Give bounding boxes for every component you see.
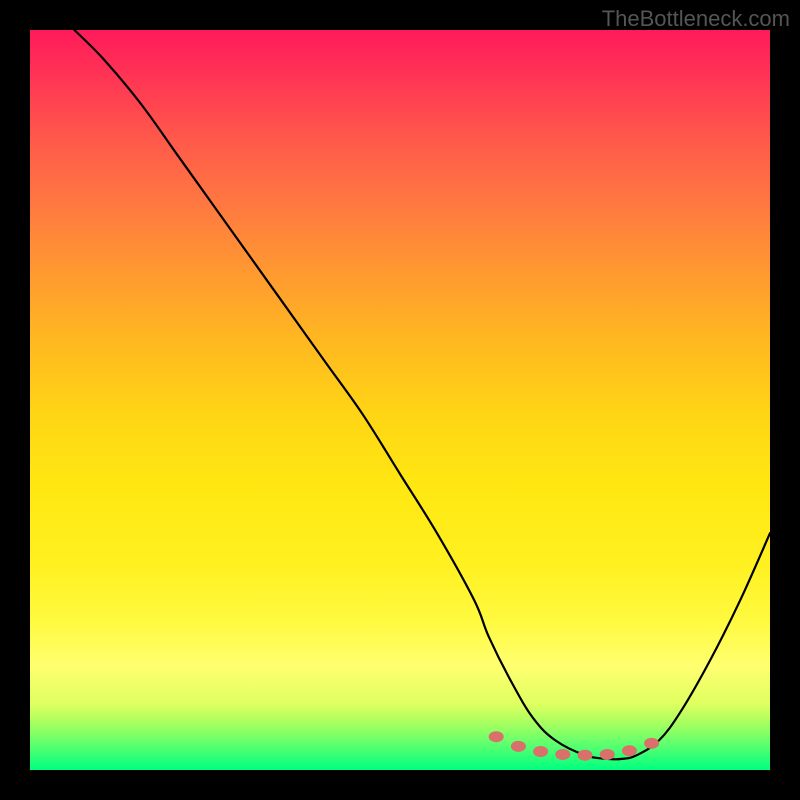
- bottleneck-curve: [74, 30, 770, 759]
- chart-plot-area: [30, 30, 770, 770]
- watermark-text: TheBottleneck.com: [602, 6, 790, 32]
- sweet-spot-marker: [556, 749, 570, 759]
- sweet-spot-marker: [600, 749, 614, 759]
- sweet-spot-marker: [534, 747, 548, 757]
- chart-svg: [30, 30, 770, 770]
- sweet-spot-marker: [511, 741, 525, 751]
- sweet-spot-marker: [645, 738, 659, 748]
- sweet-spot-marker: [578, 750, 592, 760]
- sweet-spot-marker: [622, 746, 636, 756]
- sweet-spot-marker: [489, 732, 503, 742]
